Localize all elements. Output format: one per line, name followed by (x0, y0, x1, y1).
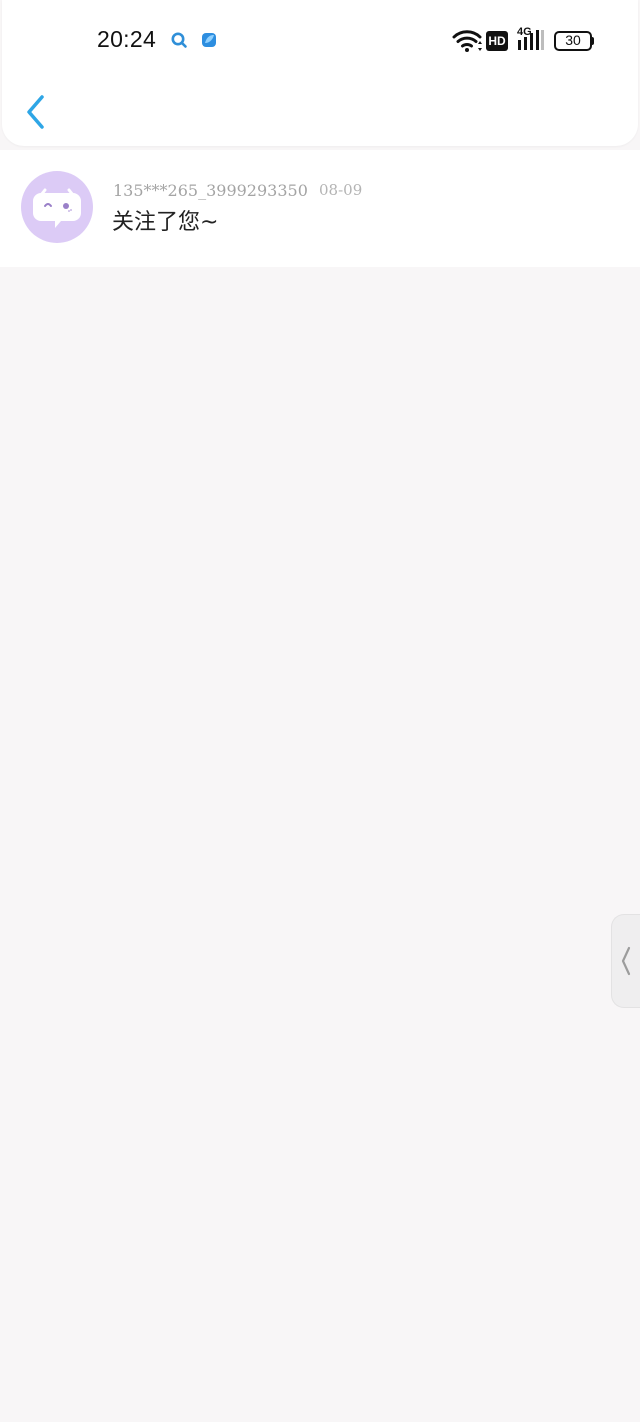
wifi-icon (452, 30, 482, 52)
back-button[interactable] (22, 93, 52, 131)
battery-level-label: 30 (565, 32, 581, 48)
notification-message: 关注了您~ (112, 210, 219, 235)
top-header: 20:24 HD 4G 30 (2, 0, 638, 146)
status-bar: 20:24 HD 4G 30 (2, 0, 638, 82)
browser-app-icon (202, 33, 216, 47)
notification-list: 135***265_3999293350 08-09 关注了您~ (0, 150, 640, 267)
signal-icon: 4G (516, 26, 552, 52)
hd-icon: HD (486, 31, 508, 51)
chevron-left-icon (621, 946, 631, 976)
search-app-icon (171, 32, 187, 48)
side-drawer-handle[interactable] (611, 914, 640, 1008)
user-name[interactable]: 135***265_3999293350 (113, 181, 308, 200)
avatar[interactable] (21, 171, 93, 243)
status-time: 20:24 (97, 26, 157, 52)
battery-icon: 30 (554, 31, 594, 51)
chat-bubble-face-icon (33, 188, 81, 228)
notification-date: 08-09 (319, 181, 363, 199)
chevron-left-icon (27, 95, 44, 129)
list-item[interactable]: 135***265_3999293350 08-09 关注了您~ (0, 150, 640, 267)
